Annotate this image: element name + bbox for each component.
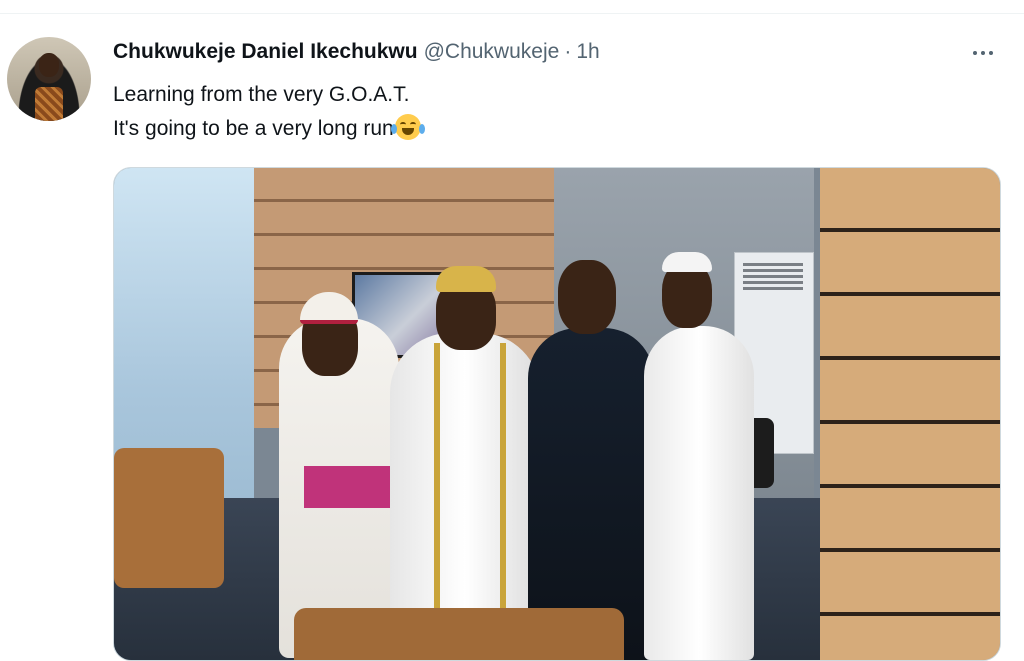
more-icon[interactable] <box>966 40 1000 66</box>
tweet-text-line-2-text: It's going to be a very long run <box>113 117 394 140</box>
tweet-header: Chukwukeje Daniel Ikechukwu @Chukwukeje … <box>113 40 600 66</box>
emoji-mouth <box>401 128 414 135</box>
tweet[interactable]: Chukwukeje Daniel Ikechukwu @Chukwukeje … <box>0 14 1024 661</box>
emoji-tear <box>418 124 425 134</box>
avatar[interactable] <box>7 37 91 121</box>
photo-person-4-cap <box>662 252 712 272</box>
photo-person-3-head <box>558 260 616 334</box>
avatar-face <box>39 53 59 77</box>
photo-pillar <box>820 168 1000 660</box>
photo-sofa-left <box>114 448 224 588</box>
photo-person-2-trim <box>434 343 506 613</box>
author-handle[interactable]: @Chukwukeje <box>424 40 560 64</box>
separator-dot: · <box>564 40 572 63</box>
timestamp[interactable]: 1h <box>576 40 599 64</box>
photo-person-1-sash <box>304 466 400 508</box>
tweet-text-line-2: It's going to be a very long run <box>113 112 425 146</box>
tweet-text: Learning from the very G.O.A.T. It's goi… <box>113 78 425 146</box>
avatar-shirt <box>35 87 63 121</box>
photo-person-4 <box>644 326 754 660</box>
more-dot <box>989 51 993 55</box>
tweet-photo[interactable] <box>113 167 1001 661</box>
tears-of-joy-emoji-icon <box>390 114 425 140</box>
photo-person-2-cap <box>436 266 496 292</box>
photo-sofa-front <box>294 608 624 660</box>
emoji-tear <box>390 124 397 134</box>
more-dot <box>981 51 985 55</box>
author-name[interactable]: Chukwukeje Daniel Ikechukwu <box>113 40 418 64</box>
tweet-text-line-1: Learning from the very G.O.A.T. <box>113 83 410 106</box>
more-dot <box>973 51 977 55</box>
